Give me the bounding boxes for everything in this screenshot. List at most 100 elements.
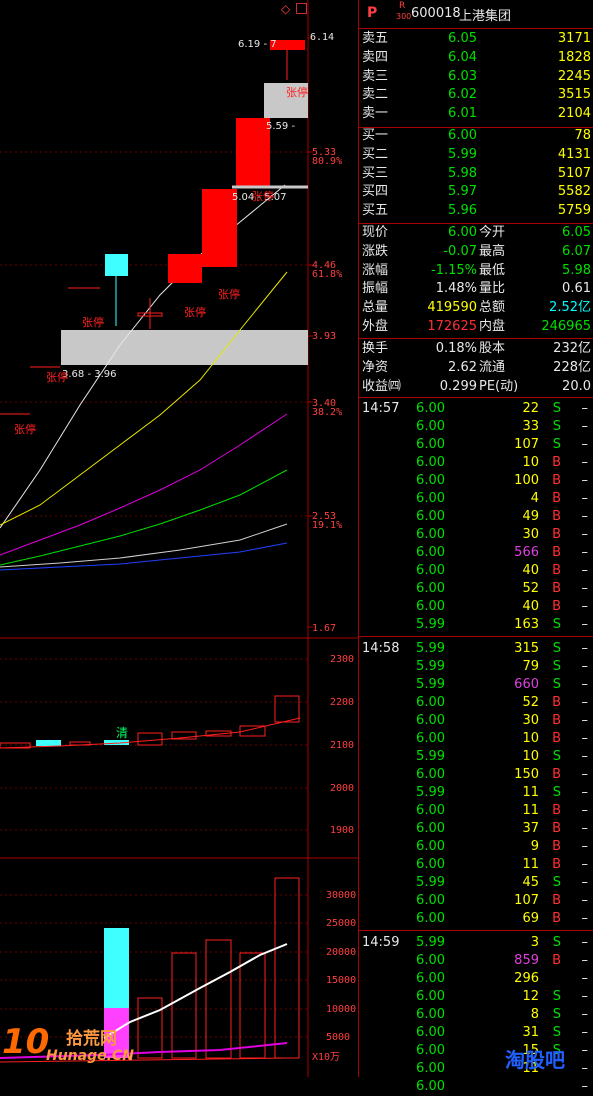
stat-label: 最高 — [479, 243, 506, 259]
tick-volume: 79 — [522, 659, 539, 674]
tick-price: 6.00 — [416, 821, 445, 836]
tick-row[interactable]: 5.99 11 S – — [359, 784, 593, 802]
tick-price: 6.00 — [416, 563, 445, 578]
tick-flag: – — [581, 875, 589, 890]
tick-volume: 11 — [522, 857, 539, 872]
tick-row[interactable]: 6.00 33 S – — [359, 418, 593, 436]
tick-row[interactable]: 14:57 6.00 22 S – — [359, 400, 593, 418]
tick-row[interactable]: 6.00 566 B – — [359, 544, 593, 562]
range-label: 6.19 - 7 — [238, 39, 277, 50]
tick-row[interactable]: 6.00 296 – — [359, 970, 593, 988]
tick-price: 5.99 — [416, 617, 445, 632]
tick-row[interactable]: 6.00 4 B – — [359, 490, 593, 508]
volume-axis-label: 10000 — [326, 1004, 356, 1015]
tick-row[interactable]: 6.00 107 S – — [359, 436, 593, 454]
buy-order-row[interactable]: 买四 5.97 5582 — [359, 183, 593, 201]
tick-volume: 22 — [522, 401, 539, 416]
tick-row[interactable]: 6.00 52 B – — [359, 694, 593, 712]
kline-chart[interactable]: 6.145.3380.9%4.4661.8%3.933.4038.2%2.531… — [0, 0, 358, 1077]
tick-row[interactable]: 6.00 30 B – — [359, 526, 593, 544]
order-price: 5.98 — [448, 165, 477, 181]
market-flag: P — [367, 5, 378, 21]
limit-up-label: 张停 — [46, 370, 68, 384]
order-price: 6.03 — [448, 68, 477, 84]
order-volume: 2104 — [557, 106, 591, 122]
range-box — [61, 330, 308, 365]
price-axis-label: 61.8% — [312, 269, 342, 280]
tick-row[interactable]: 14:58 5.99 315 S – — [359, 640, 593, 658]
stat-value: 419590 — [427, 300, 477, 316]
tick-price: 6.00 — [416, 713, 445, 728]
diamond-icon[interactable]: ◇ — [281, 2, 290, 16]
tick-volume: 10 — [522, 731, 539, 746]
price-axis-label: 80.9% — [312, 156, 342, 167]
tick-row[interactable]: 6.00 8 S – — [359, 1006, 593, 1024]
sell-order-row[interactable]: 卖一 6.01 2104 — [359, 105, 593, 123]
tick-row[interactable]: 6.00 49 B – — [359, 508, 593, 526]
tick-row[interactable]: 5.99 79 S – — [359, 658, 593, 676]
tick-row[interactable]: 6.00 – — [359, 1078, 593, 1096]
tick-row[interactable]: 6.00 11 B – — [359, 802, 593, 820]
order-label: 卖三 — [362, 68, 389, 84]
tick-row[interactable]: 6.00 150 B – — [359, 766, 593, 784]
tick-row[interactable]: 6.00 12 S – — [359, 988, 593, 1006]
tick-side: S — [552, 401, 561, 416]
tick-row[interactable]: 6.00 30 B – — [359, 712, 593, 730]
tick-row[interactable]: 6.00 10 B – — [359, 730, 593, 748]
tick-price: 6.00 — [416, 491, 445, 506]
tick-price: 5.99 — [416, 875, 445, 890]
tick-row[interactable]: 14:59 5.99 3 S – — [359, 934, 593, 952]
sell-order-row[interactable]: 卖四 6.04 1828 — [359, 49, 593, 67]
stat-value: 6.05 — [562, 225, 591, 240]
tick-flag: – — [581, 839, 589, 854]
tick-volume: 100 — [514, 473, 539, 488]
stat-label: 振幅 — [362, 281, 389, 297]
tick-flag: – — [581, 971, 589, 986]
tick-row[interactable]: 5.99 45 S – — [359, 874, 593, 892]
tick-row[interactable]: 6.00 40 B – — [359, 598, 593, 616]
order-volume: 78 — [574, 128, 591, 143]
tick-volume: 11 — [522, 803, 539, 818]
tick-row[interactable]: 6.00 100 B – — [359, 472, 593, 490]
sell-order-row[interactable]: 卖五 6.05 3171 — [359, 30, 593, 48]
tick-flag: – — [581, 767, 589, 782]
buy-order-row[interactable]: 买一 6.00 78 — [359, 127, 593, 145]
tick-row[interactable]: 5.99 660 S – — [359, 676, 593, 694]
tick-flag: – — [581, 527, 589, 542]
tick-row[interactable]: 6.00 9 B – — [359, 838, 593, 856]
fundamental-value: 2.62 — [448, 359, 477, 375]
tick-side: S — [552, 419, 561, 434]
tick-row[interactable]: 5.99 10 S – — [359, 748, 593, 766]
stat-value: 1.48% — [435, 281, 477, 297]
limit-up-label: 张停 — [82, 315, 104, 329]
macd-axis-label: 2300 — [330, 654, 354, 665]
sell-order-row[interactable]: 卖三 6.03 2245 — [359, 68, 593, 86]
order-price: 6.04 — [448, 49, 477, 65]
tick-row[interactable]: 6.00 10 B – — [359, 454, 593, 472]
buy-order-row[interactable]: 买二 5.99 4131 — [359, 146, 593, 164]
buy-order-row[interactable]: 买三 5.98 5107 — [359, 165, 593, 183]
tick-row[interactable]: 6.00 37 B – — [359, 820, 593, 838]
tick-row[interactable]: 6.00 52 B – — [359, 580, 593, 598]
tick-row[interactable]: 6.00 859 B – — [359, 952, 593, 970]
sell-order-row[interactable]: 卖二 6.02 3515 — [359, 86, 593, 104]
tick-volume: 11 — [522, 785, 539, 800]
tick-side: B — [552, 581, 561, 596]
tick-flag: – — [581, 455, 589, 470]
tick-row[interactable]: 6.00 31 S – — [359, 1024, 593, 1042]
fundamental-row: 收益㈣ 0.299 PE(动) 20.0 — [359, 378, 593, 396]
tick-row[interactable]: 6.00 69 B – — [359, 910, 593, 928]
price-axis-label: 19.1% — [312, 520, 342, 531]
tick-volume: 12 — [522, 989, 539, 1004]
tick-volume: 45 — [522, 875, 539, 890]
buy-order-row[interactable]: 买五 5.96 5759 — [359, 202, 593, 220]
order-label: 卖四 — [362, 49, 389, 65]
tick-row[interactable]: 6.00 11 B – — [359, 856, 593, 874]
tick-row[interactable]: 5.99 163 S – — [359, 616, 593, 634]
tick-volume: 69 — [522, 911, 539, 926]
tick-side: B — [552, 527, 561, 542]
tick-side: S — [552, 1025, 561, 1040]
tick-row[interactable]: 6.00 40 B – — [359, 562, 593, 580]
tick-row[interactable]: 6.00 107 B – — [359, 892, 593, 910]
window-toggle-icon[interactable]: □ — [295, 0, 308, 16]
